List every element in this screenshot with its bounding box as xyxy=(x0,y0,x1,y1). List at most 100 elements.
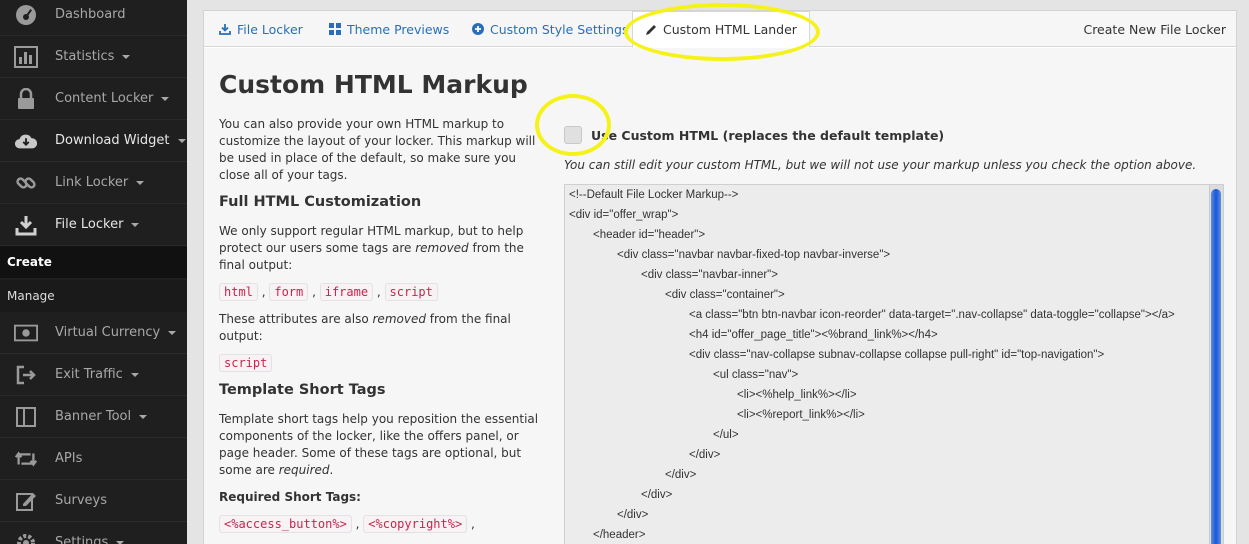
sidebar-item-virtual-currency[interactable]: Virtual Currency xyxy=(0,312,187,354)
code-line: <!--Default File Locker Markup--> xyxy=(569,189,739,201)
code-line: <a class="btn btn-navbar icon-reorder" d… xyxy=(689,309,1175,321)
caret-down-icon xyxy=(139,414,148,419)
removed-attrs-list: script xyxy=(219,354,539,372)
sidebar-item-label: Dashboard xyxy=(55,7,126,22)
code-line: <li><%help_link%></li> xyxy=(737,389,857,401)
custom-html-editor[interactable]: <div id="offer_container" class="contain… xyxy=(564,184,1224,544)
code-line: <div class="navbar-inner"> xyxy=(641,269,778,281)
required-tag: <%access_button%> xyxy=(219,515,352,533)
editor-scrollbar-thumb[interactable] xyxy=(1211,189,1221,544)
tab-label: Custom Style Settings xyxy=(490,21,629,37)
tab-bar: File Locker Theme Previews Custom Style … xyxy=(204,11,1236,48)
banner-icon xyxy=(14,405,38,429)
code-line: <div class="navbar navbar-fixed-top navb… xyxy=(617,249,891,261)
removed-attr: script xyxy=(219,354,273,372)
page-title: Custom HTML Markup xyxy=(219,70,528,99)
code-line: <h4 id="offer_page_title"><%brand_link%>… xyxy=(689,329,938,341)
plus-circle-icon xyxy=(472,23,484,35)
removed-tag: iframe xyxy=(319,283,374,301)
tab-label: File Locker xyxy=(237,21,303,37)
gear-icon xyxy=(14,531,38,544)
removed-tags-list: html , form , iframe , script xyxy=(219,283,539,301)
grid-icon xyxy=(329,23,341,35)
caret-down-icon xyxy=(131,222,140,227)
info-column: You can also provide your own HTML marku… xyxy=(219,116,539,543)
sidebar-item-label: File Locker xyxy=(55,217,140,232)
code-line: <li><%report_link%></li> xyxy=(737,409,865,421)
code-line: </header> xyxy=(593,529,646,541)
sidebar-item-surveys[interactable]: Surveys xyxy=(0,480,187,522)
code-line: </div> xyxy=(665,469,697,481)
removed-tag: form xyxy=(269,283,309,301)
code-line: </div> xyxy=(689,449,721,461)
sidebar-item-statistics[interactable]: Statistics xyxy=(0,36,187,78)
sidebar: Dashboard Statistics Content Locker Down… xyxy=(0,0,187,544)
tab-theme-previews[interactable]: Theme Previews xyxy=(329,11,449,47)
sidebar-item-settings[interactable]: Settings xyxy=(0,522,187,544)
code-line: <div id="offer_wrap"> xyxy=(569,209,679,221)
caret-down-icon xyxy=(116,540,125,544)
code-line: <div class="nav-collapse subnav-collapse… xyxy=(689,349,1105,361)
sidebar-item-label: Exit Traffic xyxy=(55,367,139,382)
sidebar-item-label: Link Locker xyxy=(55,175,145,190)
removed-tag: script xyxy=(384,283,438,301)
sidebar-item-label: APIs xyxy=(55,451,83,466)
sidebar-item-label: Download Widget xyxy=(55,133,186,148)
help-text: You can still edit your custom HTML, but… xyxy=(564,158,1197,172)
use-custom-html-checkbox[interactable] xyxy=(564,126,582,144)
lock-icon xyxy=(14,87,38,111)
code-line: <ul class="nav"> xyxy=(713,369,799,381)
sidebar-item-label: Banner Tool xyxy=(55,409,148,424)
code-line: </div> xyxy=(641,489,673,501)
sidebar-item-label: Content Locker xyxy=(55,91,170,106)
attributes-text: These attributes are also removed from t… xyxy=(219,312,511,343)
sidebar-item-banner-tool[interactable]: Banner Tool xyxy=(0,396,187,438)
link-icon xyxy=(14,171,38,195)
sidebar-item-apis[interactable]: APIs xyxy=(0,438,187,480)
code-line: <div class="container"> xyxy=(665,289,785,301)
currency-icon xyxy=(14,321,38,345)
sidebar-item-exit-traffic[interactable]: Exit Traffic xyxy=(0,354,187,396)
required-tags-heading: Required Short Tags: xyxy=(219,490,361,504)
create-new-file-locker-link[interactable]: Create New File Locker xyxy=(1083,11,1226,47)
full-customization-text: We only support regular HTML markup, but… xyxy=(219,224,524,272)
tab-file-locker[interactable]: File Locker xyxy=(219,11,303,47)
caret-down-icon xyxy=(161,96,170,101)
code-line: </ul> xyxy=(713,429,739,441)
tab-custom-html-lander[interactable]: Custom HTML Lander xyxy=(632,11,810,48)
caret-down-icon xyxy=(177,138,186,143)
sidebar-item-label: Statistics xyxy=(55,49,131,64)
download-icon xyxy=(14,213,38,237)
tab-label: Custom HTML Lander xyxy=(663,22,797,37)
editor-column: Use Custom HTML (replaces the default te… xyxy=(564,116,1224,544)
content-area: Custom HTML Markup You can also provide … xyxy=(204,48,1236,544)
sidebar-item-label: Settings xyxy=(55,535,125,544)
sidebar-item-label: Virtual Currency xyxy=(55,325,177,340)
sidebar-subitem-create[interactable]: Create xyxy=(0,246,187,278)
sidebar-item-label: Surveys xyxy=(55,493,107,508)
editor-scrollbar[interactable] xyxy=(1209,185,1223,544)
dashboard-icon xyxy=(14,3,38,27)
retweet-icon xyxy=(14,447,38,471)
sidebar-item-link-locker[interactable]: Link Locker xyxy=(0,162,187,204)
tab-custom-style-settings[interactable]: Custom Style Settings xyxy=(472,11,629,47)
main-panel: File Locker Theme Previews Custom Style … xyxy=(203,10,1237,544)
sidebar-item-dashboard[interactable]: Dashboard xyxy=(0,0,187,36)
full-customization-heading: Full HTML Customization xyxy=(219,194,422,210)
edit-icon xyxy=(14,489,38,513)
code-line: <header id="header"> xyxy=(593,229,706,241)
caret-down-icon xyxy=(130,372,139,377)
sidebar-item-download-widget[interactable]: Download Widget xyxy=(0,120,187,162)
required-tag: <%copyright%> xyxy=(363,515,468,533)
sidebar-item-content-locker[interactable]: Content Locker xyxy=(0,78,187,120)
required-tags-list: <%access_button%> , <%copyright%> , xyxy=(219,515,539,533)
caret-down-icon xyxy=(136,180,145,185)
caret-down-icon xyxy=(122,54,131,59)
exit-icon xyxy=(14,363,38,387)
code-line: </div> xyxy=(617,509,649,521)
sidebar-item-file-locker[interactable]: File Locker xyxy=(0,204,187,246)
sidebar-subitem-manage[interactable]: Manage xyxy=(0,280,187,312)
caret-down-icon xyxy=(168,330,177,335)
intro-text: You can also provide your own HTML marku… xyxy=(219,117,536,182)
short-tags-text: Template short tags help you reposition … xyxy=(219,412,539,477)
